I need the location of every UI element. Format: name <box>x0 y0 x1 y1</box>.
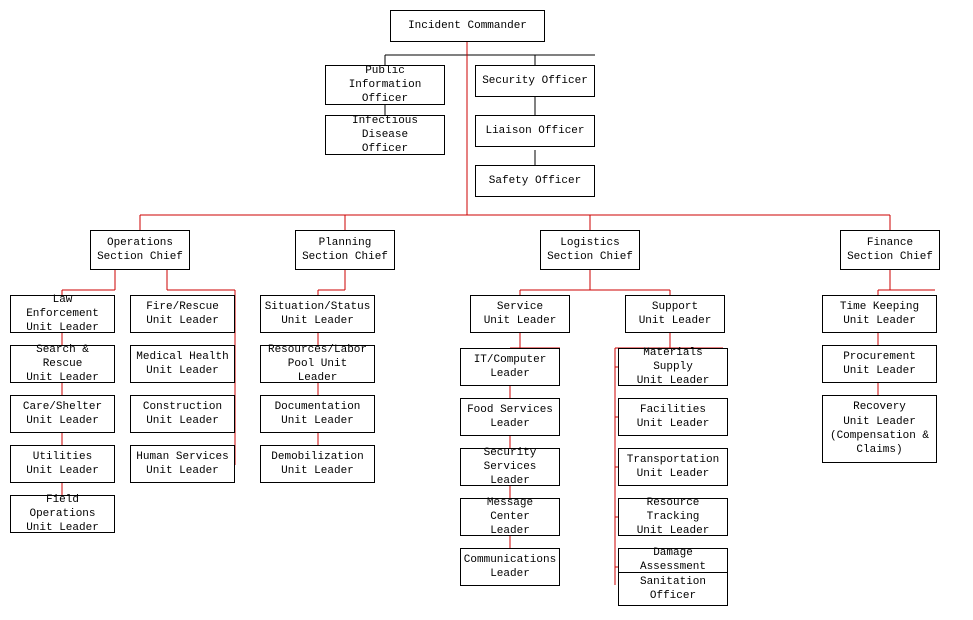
documentation-box: DocumentationUnit Leader <box>260 395 375 433</box>
field-ops-box: Field OperationsUnit Leader <box>10 495 115 533</box>
fire-rescue-box: Fire/RescueUnit Leader <box>130 295 235 333</box>
materials-supply-box: Materials SupplyUnit Leader <box>618 348 728 386</box>
situation-status-box: Situation/StatusUnit Leader <box>260 295 375 333</box>
resource-tracking-box: Resource TrackingUnit Leader <box>618 498 728 536</box>
safety-officer-box: Safety Officer <box>475 165 595 197</box>
it-computer-box: IT/ComputerLeader <box>460 348 560 386</box>
security-services-box: Security ServicesLeader <box>460 448 560 486</box>
support-unit-box: SupportUnit Leader <box>625 295 725 333</box>
log-chief-box: LogisticsSection Chief <box>540 230 640 270</box>
facilities-box: FacilitiesUnit Leader <box>618 398 728 436</box>
human-services-box: Human ServicesUnit Leader <box>130 445 235 483</box>
incident-commander-box: Incident Commander <box>390 10 545 42</box>
search-rescue-box: Search & RescueUnit Leader <box>10 345 115 383</box>
infectious-disease-box: Infectious DiseaseOfficer <box>325 115 445 155</box>
message-center-box: Message CenterLeader <box>460 498 560 536</box>
communications-box: CommunicationsLeader <box>460 548 560 586</box>
medical-health-box: Medical HealthUnit Leader <box>130 345 235 383</box>
recovery-box: RecoveryUnit Leader(Compensation &Claims… <box>822 395 937 463</box>
demobilization-box: DemobilizationUnit Leader <box>260 445 375 483</box>
ops-chief-box: OperationsSection Chief <box>90 230 190 270</box>
plan-chief-box: PlanningSection Chief <box>295 230 395 270</box>
time-keeping-box: Time KeepingUnit Leader <box>822 295 937 333</box>
org-chart: Incident Commander Public InformationOff… <box>0 0 973 20</box>
service-unit-box: ServiceUnit Leader <box>470 295 570 333</box>
care-shelter-box: Care/ShelterUnit Leader <box>10 395 115 433</box>
resources-labor-box: Resources/LaborPool Unit Leader <box>260 345 375 383</box>
public-info-box: Public InformationOfficer <box>325 65 445 105</box>
fin-chief-box: FinanceSection Chief <box>840 230 940 270</box>
food-services-box: Food ServicesLeader <box>460 398 560 436</box>
sanitation-box: SanitationOfficer <box>618 572 728 606</box>
utilities-box: UtilitiesUnit Leader <box>10 445 115 483</box>
transportation-box: TransportationUnit Leader <box>618 448 728 486</box>
law-enforcement-box: Law EnforcementUnit Leader <box>10 295 115 333</box>
security-officer-box: Security Officer <box>475 65 595 97</box>
construction-box: ConstructionUnit Leader <box>130 395 235 433</box>
liaison-officer-box: Liaison Officer <box>475 115 595 147</box>
procurement-box: ProcurementUnit Leader <box>822 345 937 383</box>
